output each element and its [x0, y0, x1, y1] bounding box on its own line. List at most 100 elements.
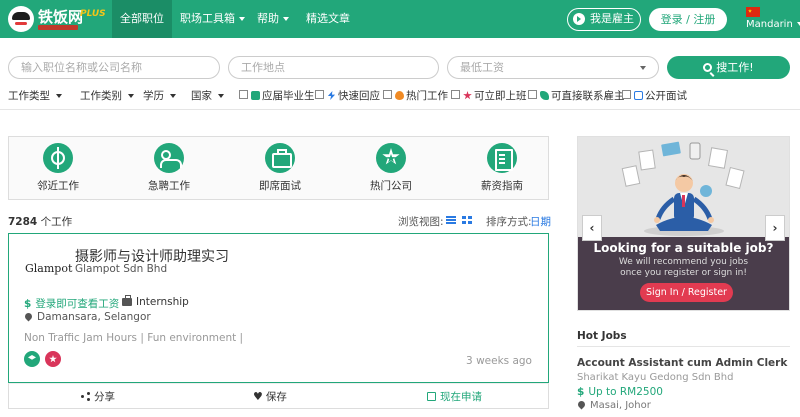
logo-text: 铁饭网 — [38, 8, 84, 26]
tag-immediate-start: 可立即上班 — [463, 88, 527, 103]
fire-icon — [395, 91, 404, 100]
category-urgent-jobs[interactable]: 急聘工作 — [134, 143, 204, 193]
share-button[interactable]: 分享 — [81, 384, 115, 410]
hot-job-salary: $ Up to RM2500 — [577, 386, 663, 398]
sort-label: 排序方式: — [486, 216, 532, 228]
filter-job-type[interactable]: 工作类型 — [8, 88, 62, 103]
hot-job-title[interactable]: Account Assistant cum Admin Clerk — [577, 357, 787, 369]
tag-open-interview: 公开面试 — [634, 88, 687, 103]
hot-job-location-label: Masai, Johor — [590, 400, 651, 411]
logo-plus-badge: PLUS — [80, 9, 106, 19]
salary-login-link[interactable]: $ 登录即可查看工资 — [24, 296, 119, 311]
ad-illustration — [578, 137, 789, 237]
keyword-input[interactable]: 输入职位名称或公司名称 — [8, 56, 220, 79]
nav-help[interactable]: 帮助 — [257, 0, 289, 38]
share-icon — [81, 392, 90, 401]
job-count-suffix: 个工作 — [40, 216, 73, 228]
filter-education-label: 学历 — [143, 90, 164, 102]
employer-button[interactable]: 我是雇主 — [567, 8, 641, 31]
hot-jobs-heading: Hot Jobs — [577, 330, 627, 342]
edit-icon — [427, 392, 436, 401]
nav-career-toolbox[interactable]: 职场工具箱 — [180, 0, 245, 38]
graduate-icon — [251, 91, 260, 100]
chevron-down-icon — [170, 94, 176, 98]
category-walk-in-interview-label: 即席面试 — [259, 180, 301, 192]
search-button-label: 搜工作! — [716, 61, 754, 74]
heart-icon: ♥ — [253, 390, 263, 403]
carousel-prev-button[interactable]: ‹ — [582, 215, 602, 241]
job-location-label: Damansara, Selangor — [37, 311, 151, 323]
chevron-down-icon — [128, 94, 134, 98]
posted-time: 3 weeks ago — [466, 355, 532, 367]
filter-job-category-label: 工作类别 — [80, 90, 122, 102]
category-walk-in-interview[interactable]: 即席面试 — [245, 143, 315, 193]
checkbox-contact-employer[interactable] — [528, 90, 537, 99]
filter-country[interactable]: 国家 — [191, 88, 224, 103]
filter-job-category[interactable]: 工作类别 — [80, 88, 134, 103]
category-nearby-jobs-label: 邻近工作 — [37, 180, 79, 192]
checkbox-immediate-start[interactable] — [451, 90, 460, 99]
category-nearby-jobs[interactable]: 邻近工作 — [23, 143, 93, 193]
category-hot-companies[interactable]: 热门公司 — [356, 143, 426, 193]
nav-career-toolbox-label: 职场工具箱 — [180, 12, 235, 25]
top-navbar: 铁饭网 PLUS 全部职位 职场工具箱 帮助 精选文章 我是雇主 登录 / 注册… — [0, 0, 800, 38]
company-logo: Glampot — [25, 262, 73, 275]
location-input[interactable]: 工作地点 — [228, 56, 439, 79]
site-logo[interactable]: 铁饭网 PLUS — [8, 4, 106, 34]
list-view-icon[interactable] — [446, 216, 456, 224]
salary-login-label: 登录即可查看工资 — [35, 298, 120, 310]
map-pin-icon — [23, 311, 34, 322]
document-icon — [487, 143, 517, 173]
carousel-next-button[interactable]: › — [765, 215, 785, 241]
chevron-down-icon — [56, 94, 62, 98]
login-register-button[interactable]: 登录 / 注册 — [649, 8, 727, 31]
search-button[interactable]: 搜工作! — [667, 56, 790, 79]
sort-by-date-link[interactable]: 日期 — [530, 214, 551, 229]
tag-fresh-grad: 应届毕业生 — [251, 88, 315, 103]
ad-title: Looking for a suitable job? — [593, 241, 774, 255]
tag-open-interview-label: 公开面试 — [645, 90, 687, 102]
save-button[interactable]: ♥ 保存 — [253, 384, 287, 410]
grid-view-icon[interactable] — [462, 216, 472, 224]
job-card[interactable]: Glampot 摄影师与设计师助理实习 Glampot Sdn Bhd $ 登录即… — [8, 233, 549, 383]
job-card-actions: 分享 ♥ 保存 现在申请 — [8, 383, 549, 409]
category-hot-companies-label: 热门公司 — [370, 180, 412, 192]
language-label: Mandarin — [746, 19, 793, 30]
nav-all-jobs[interactable]: 全部职位 — [112, 0, 172, 38]
chevron-down-icon — [218, 94, 224, 98]
tag-hot-jobs: 热门工作 — [395, 88, 448, 103]
checkbox-hot-jobs[interactable] — [383, 90, 392, 99]
checkbox-open-interview[interactable] — [622, 90, 631, 99]
tag-immediate-start-label: 可立即上班 — [474, 90, 527, 102]
language-selector[interactable]: Mandarin — [746, 19, 800, 30]
filter-job-type-label: 工作类型 — [8, 90, 50, 102]
briefcase-icon — [265, 143, 295, 173]
salary-select[interactable]: 最低工资 — [447, 56, 659, 79]
calendar-icon — [634, 91, 643, 100]
apply-now-button-label: 现在申请 — [440, 391, 482, 403]
china-flag-icon[interactable] — [746, 7, 760, 17]
meditating-person-illustration — [578, 137, 789, 237]
play-circle-icon — [573, 13, 585, 25]
ad-description: We will recommend you jobs once you regi… — [618, 257, 749, 278]
category-urgent-jobs-label: 急聘工作 — [148, 180, 190, 192]
logo-underline — [38, 25, 78, 30]
company-name[interactable]: Glampot Sdn Bhd — [75, 263, 167, 275]
sign-in-register-button[interactable]: Sign In / Register — [640, 283, 733, 302]
tag-hot-jobs-label: 热门工作 — [406, 90, 448, 102]
dollar-icon: $ — [577, 386, 585, 398]
tag-fast-response-label: 快速回应 — [338, 90, 380, 102]
nav-articles[interactable]: 精选文章 — [306, 0, 350, 38]
apply-now-button[interactable]: 现在申请 — [427, 384, 482, 410]
filter-education[interactable]: 学历 — [143, 88, 176, 103]
search-icon — [703, 63, 713, 72]
tag-contact-employer-label: 可直接联系雇主 — [551, 90, 625, 102]
checkbox-fresh-grad[interactable] — [239, 90, 248, 99]
category-salary-guide[interactable]: 薪资指南 — [467, 143, 537, 193]
job-highlights: Non Traffic Jam Hours | Fun environment … — [24, 332, 244, 344]
lightning-icon — [327, 91, 336, 100]
checkbox-fast-response[interactable] — [315, 90, 324, 99]
filter-country-label: 国家 — [191, 90, 212, 102]
job-location: Damansara, Selangor — [23, 311, 151, 323]
job-count-number: 7284 — [8, 216, 38, 228]
